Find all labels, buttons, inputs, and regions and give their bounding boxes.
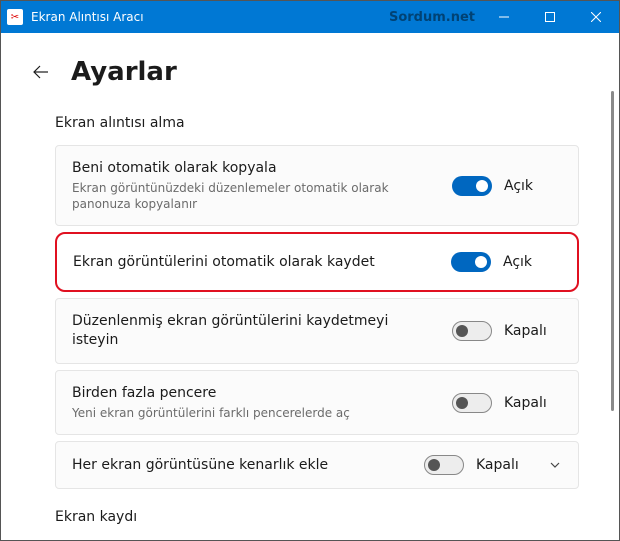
minimize-button[interactable] xyxy=(481,1,527,33)
scrollbar[interactable] xyxy=(611,91,614,411)
chevron-down-icon[interactable] xyxy=(548,459,562,471)
maximize-button[interactable] xyxy=(527,1,573,33)
app-icon: ✂ xyxy=(7,9,23,25)
setting-auto-copy[interactable]: Beni otomatik olarak kopyala Ekran görün… xyxy=(55,145,579,226)
setting-multi-window[interactable]: Birden fazla pencere Yeni ekran görüntül… xyxy=(55,370,579,435)
window-title: Ekran Alıntısı Aracı xyxy=(31,10,389,24)
toggle-state-label: Açık xyxy=(503,254,545,270)
setting-title: Birden fazla pencere xyxy=(72,384,438,403)
setting-add-border[interactable]: Her ekran görüntüsüne kenarlık ekle Kapa… xyxy=(55,441,579,489)
close-button[interactable] xyxy=(573,1,619,33)
toggle-auto-copy[interactable] xyxy=(452,176,492,196)
setting-desc: Yeni ekran görüntülerini farklı pencerel… xyxy=(72,405,438,421)
setting-title: Ekran görüntülerini otomatik olarak kayd… xyxy=(73,253,437,272)
setting-desc: Ekran görüntünüzdeki düzenlemeler otomat… xyxy=(72,180,438,212)
toggle-state-label: Kapalı xyxy=(476,457,518,473)
watermark: Sordum.net xyxy=(389,10,475,25)
toggle-auto-save[interactable] xyxy=(451,252,491,272)
setting-ask-save-edited[interactable]: Düzenlenmiş ekran görüntülerini kaydetme… xyxy=(55,298,579,364)
section-capture-label: Ekran alıntısı alma xyxy=(55,115,583,131)
content-area: Ayarlar Ekran alıntısı alma Beni otomati… xyxy=(1,33,619,540)
toggle-state-label: Kapalı xyxy=(504,395,546,411)
toggle-state-label: Açık xyxy=(504,178,546,194)
toggle-state-label: Kapalı xyxy=(504,323,546,339)
toggle-ask-save-edited[interactable] xyxy=(452,321,492,341)
toggle-add-border[interactable] xyxy=(424,455,464,475)
setting-title: Her ekran görüntüsüne kenarlık ekle xyxy=(72,456,410,475)
titlebar: ✂ Ekran Alıntısı Aracı Sordum.net xyxy=(1,1,619,33)
setting-title: Düzenlenmiş ekran görüntülerini kaydetme… xyxy=(72,312,438,350)
setting-auto-save[interactable]: Ekran görüntülerini otomatik olarak kayd… xyxy=(55,232,579,292)
back-button[interactable] xyxy=(31,62,51,82)
toggle-multi-window[interactable] xyxy=(452,393,492,413)
page-title: Ayarlar xyxy=(71,57,177,87)
setting-title: Beni otomatik olarak kopyala xyxy=(72,159,438,178)
section-recording-label: Ekran kaydı xyxy=(55,509,583,525)
